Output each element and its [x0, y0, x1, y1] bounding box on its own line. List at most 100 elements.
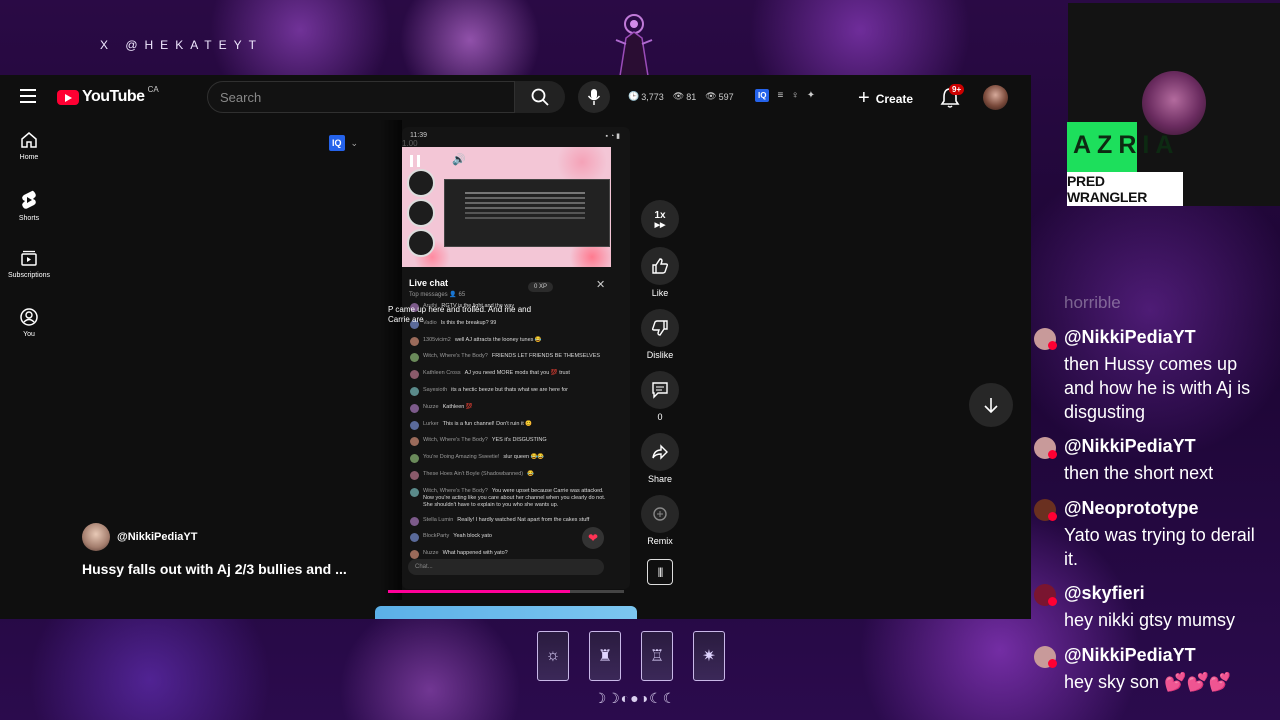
create-button[interactable]: + Create [858, 87, 913, 110]
streamer-camera [1142, 71, 1206, 135]
chat-message-text: 1305vicim2 well AJ attracts the looney tu… [423, 337, 542, 344]
stat-value: 597 [718, 91, 734, 102]
stat-value: 3,773 [641, 91, 664, 102]
next-short-preview[interactable] [375, 606, 637, 619]
list-item: Witch, Where's The Body? YES it's DISGUST… [410, 437, 616, 447]
sound-wave-icon[interactable]: ||| [647, 559, 673, 585]
comments-button[interactable]: 0 [640, 371, 680, 422]
chat-author: Kathleen Cross [423, 370, 461, 377]
nav-item-shorts[interactable]: Shorts [0, 190, 58, 249]
chat-avatar [410, 403, 419, 413]
chat-avatar [410, 454, 419, 464]
list-item: 1305vicim2 well AJ attracts the looney tu… [410, 336, 616, 346]
youtube-play-icon [57, 89, 79, 105]
thumbs-up-icon [652, 258, 669, 274]
live-chat-subtitle: Top messages 👤 65 [409, 292, 466, 298]
remix-icon [653, 507, 667, 521]
voice-search-button[interactable] [578, 81, 610, 113]
chat-input[interactable]: Chat... [408, 559, 604, 575]
video-title[interactable]: Hussy falls out with Aj 2/3 bullies and … [82, 561, 347, 577]
stat-item: 👁 597 [705, 91, 733, 102]
chat-author: Nuzze [423, 550, 439, 557]
chat-body: well AJ attracts the looney tunes 😂 [454, 336, 542, 343]
sparkle-icon[interactable]: ✦ [807, 90, 815, 101]
pause-icon[interactable] [410, 155, 420, 167]
volume-icon[interactable]: 🔊 [452, 153, 466, 166]
dislike-button[interactable]: Dislike [640, 309, 680, 360]
chat-author: Stella Lumin [423, 516, 454, 523]
dislike-label: Dislike [646, 350, 674, 360]
speed-button[interactable]: 1x ▶▶ [640, 200, 680, 238]
chat-username: @NikkiPediaYT [1064, 327, 1196, 347]
youtube-badge-icon [1048, 659, 1057, 668]
share-button[interactable]: Share [640, 433, 680, 484]
avatar-bubble [407, 229, 435, 257]
logo-text: YouTube [82, 88, 145, 105]
moon-phases-icon: ☽☽◐●◑☾☾ [593, 690, 677, 706]
remix-button[interactable]: Remix [640, 495, 680, 546]
nav-item-home[interactable]: Home [0, 131, 58, 190]
chat-author: Lurker [423, 420, 439, 427]
streamer-name: AZRIA [1073, 131, 1180, 159]
arrow-down-icon [984, 398, 998, 413]
like-button[interactable]: Like [640, 247, 680, 298]
overlay-caption: P came up here and trolled. And me and C… [388, 305, 532, 324]
embedded-video[interactable]: 1.00 🔊 [402, 139, 611, 267]
speed-ghost-text: 1.00 [402, 139, 418, 148]
stream-handle: X @HEKATEYT [100, 38, 263, 52]
account-avatar[interactable] [983, 85, 1008, 110]
create-label: Create [875, 91, 914, 106]
fast-forward-icon: ▶▶ [654, 221, 666, 229]
share-icon [652, 444, 668, 460]
microphone-icon [587, 89, 601, 105]
chat-avatar [410, 487, 419, 497]
home-icon [21, 132, 37, 148]
thumbs-down-icon [651, 320, 668, 336]
live-chat-messages: Aruthi RGTV is the light and the way Vadio… [410, 303, 616, 567]
award-icon[interactable]: ♀ [791, 90, 799, 101]
list-item: Lurker This is a fun channel! Don't ruin … [410, 420, 616, 430]
extension-icons: IQ ≡ ♀ ✦ [755, 89, 815, 102]
channel-stats: 🕒 3,773 👁 81 👁 597 [628, 91, 734, 102]
eye-icon: 👁 [672, 91, 685, 101]
search-button[interactable] [515, 81, 565, 113]
iq-icon: IQ [329, 135, 345, 151]
next-video-button[interactable] [969, 383, 1013, 427]
tower-card-icon: ♖ [641, 631, 673, 681]
youtube-logo[interactable]: YouTube CA [57, 85, 159, 106]
chat-author: Witch, Where's The Body? [423, 487, 488, 494]
search-input[interactable] [208, 82, 512, 112]
speed-label: 1x [654, 209, 666, 221]
list-icon[interactable]: ≡ [777, 90, 783, 101]
avatar-bubble [407, 169, 435, 197]
chat-text: then the short next [1064, 463, 1214, 483]
chat-message-text: Nuzze What happened with yato? [423, 550, 508, 557]
chat-avatar [410, 550, 419, 560]
tarot-cards: ☼ ♜ ♖ ✷ [537, 631, 725, 681]
chat-avatar [410, 386, 419, 396]
nav-item-subscriptions[interactable]: Subscriptions [0, 249, 58, 308]
chat-avatar [410, 353, 419, 363]
chat-message-text: Kathleen Cross AJ you need MORE mods that… [423, 370, 570, 377]
chat-body: AJ you need MORE mods that you 💯 trust [464, 370, 570, 377]
nav-label: You [23, 331, 35, 338]
iq-dropdown[interactable]: IQ ⌄ [329, 135, 358, 151]
close-icon[interactable]: ✕ [596, 278, 605, 291]
iq-extension-icon[interactable]: IQ [755, 89, 770, 102]
share-label: Share [647, 474, 673, 484]
channel-name[interactable]: @NikkiPediaYT [117, 531, 197, 543]
nav-item-you[interactable]: You [0, 308, 58, 367]
short-video-player[interactable]: 11:39 ▪ ◔ ▮ 1.00 🔊 Live chat Top message… [402, 127, 630, 589]
you-icon [20, 308, 38, 326]
chat-username: @Neoprototype [1064, 498, 1199, 518]
video-progress-bar[interactable] [388, 590, 624, 593]
phone-status-icons: ▪ ◔ ▮ [605, 133, 620, 140]
heart-icon[interactable]: ❤ [582, 527, 604, 549]
channel-info[interactable]: @NikkiPediaYT [82, 523, 197, 551]
search-icon [531, 88, 549, 106]
chat-message-text: Witch, Where's The Body? YES it's DISGUST… [423, 437, 547, 444]
chat-author: You're Doing Amazing Sweetie! [423, 454, 500, 461]
plus-icon: + [858, 87, 870, 109]
channel-avatar[interactable] [82, 523, 110, 551]
menu-icon[interactable] [20, 89, 36, 103]
